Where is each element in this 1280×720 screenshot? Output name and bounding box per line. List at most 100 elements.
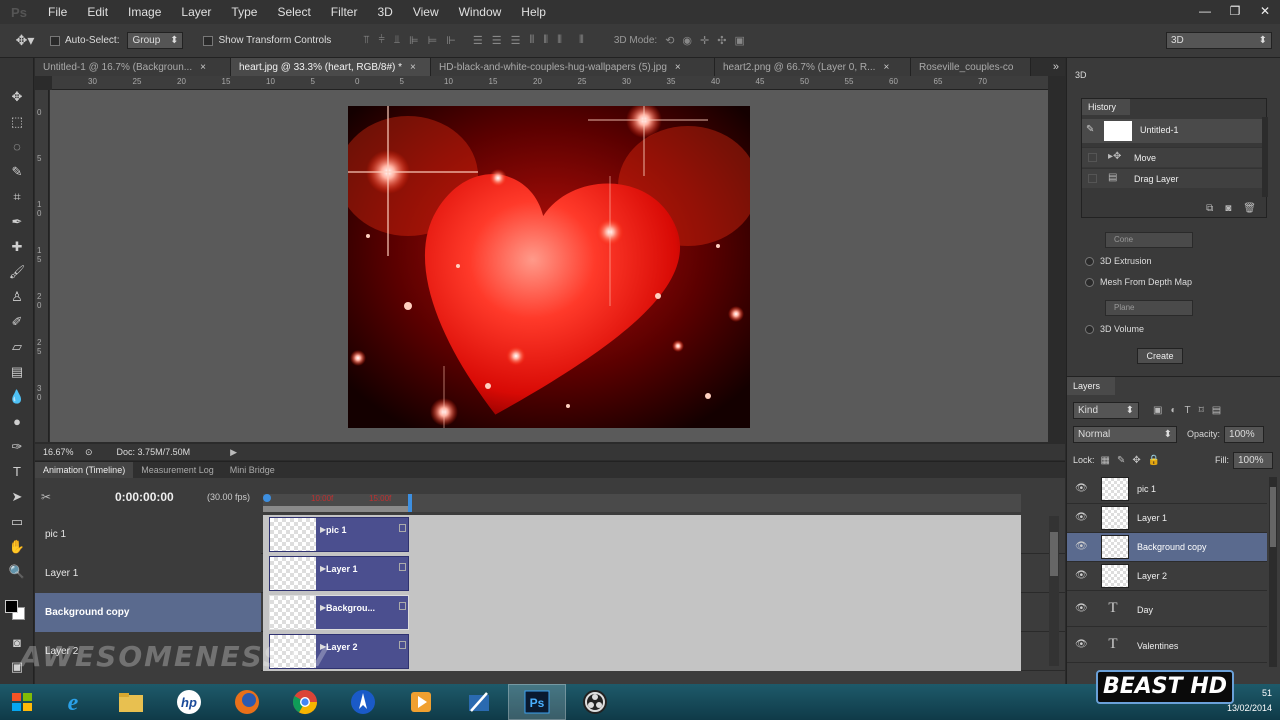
clone-stamp-tool-icon[interactable]: ♙ xyxy=(0,284,34,309)
heart-artwork[interactable] xyxy=(348,106,750,428)
start-button[interactable] xyxy=(0,684,44,720)
layer-row[interactable]: 👁 Layer 1 xyxy=(1067,504,1267,533)
layer-name[interactable]: Valentines xyxy=(1137,641,1178,651)
menu-image[interactable]: Image xyxy=(118,0,171,24)
fill-input[interactable]: 100% xyxy=(1233,451,1273,469)
timeline-track[interactable]: pic 1 ▶ pic 1 xyxy=(35,515,1065,554)
playhead[interactable] xyxy=(263,494,271,502)
zoom-tool-icon[interactable]: 🔍 xyxy=(0,559,34,584)
history-snapshot[interactable]: ✎ Untitled-1 xyxy=(1082,119,1262,143)
layer-name[interactable]: Background copy xyxy=(1137,542,1207,552)
align-top-icon[interactable]: ⫪ xyxy=(363,34,369,47)
distribute-left-icon[interactable]: ⦀ xyxy=(529,34,534,47)
filter-type-icon[interactable]: T xyxy=(1185,405,1191,416)
menu-3d[interactable]: 3D xyxy=(367,0,402,24)
menu-edit[interactable]: Edit xyxy=(77,0,118,24)
track-area[interactable]: ▶ Layer 1 xyxy=(263,554,1021,593)
timeline-scrollbar[interactable] xyxy=(1049,516,1059,666)
eye-icon[interactable]: 👁 xyxy=(1075,570,1088,581)
firefox-icon[interactable] xyxy=(218,684,276,720)
quick-select-tool-icon[interactable]: ✎ xyxy=(0,159,34,184)
layer-name[interactable]: Layer 1 xyxy=(1137,513,1167,523)
lasso-tool-icon[interactable]: ◌ xyxy=(0,134,34,159)
status-arrow-icon[interactable]: ▶ xyxy=(230,447,237,458)
gradient-tool-icon[interactable]: ▤ xyxy=(0,359,34,384)
close-icon[interactable]: × xyxy=(200,62,206,73)
photoshop-taskbar-icon[interactable]: Ps xyxy=(508,684,566,720)
history-scrollbar[interactable] xyxy=(1262,117,1268,197)
align-hcenter-icon[interactable]: ⊨ xyxy=(428,34,438,47)
pan-3d-icon[interactable]: ✛ xyxy=(700,34,709,47)
layer-row[interactable]: 👁 pic 1 xyxy=(1067,475,1267,504)
radio-3d-volume[interactable]: 3D Volume xyxy=(1085,324,1144,334)
healing-brush-tool-icon[interactable]: ✚ xyxy=(0,234,34,259)
layer-row-selected[interactable]: 👁 Background copy xyxy=(1067,533,1267,562)
tab-roseville[interactable]: Roseville_couples-co xyxy=(911,58,1031,76)
plane-dropdown[interactable]: Plane xyxy=(1105,300,1193,316)
clip-options-icon[interactable] xyxy=(399,602,406,610)
radio-icon[interactable] xyxy=(1085,256,1094,266)
filter-smart-object-icon[interactable]: ▤ xyxy=(1212,405,1221,416)
layer-row[interactable]: 👁 Layer 2 xyxy=(1067,562,1267,591)
kind-dropdown[interactable]: Kind ⬍ xyxy=(1073,401,1139,419)
blend-mode-dropdown[interactable]: Normal ⬍ xyxy=(1073,425,1177,443)
show-transform-checkbox[interactable] xyxy=(203,35,214,46)
lock-transparent-icon[interactable]: ▦ xyxy=(1101,455,1110,466)
obs-icon[interactable] xyxy=(566,684,624,720)
layer-row[interactable]: 👁 T Day xyxy=(1067,593,1267,627)
camera-icon[interactable]: ◙ xyxy=(1225,203,1231,214)
internet-explorer-icon[interactable]: e xyxy=(44,684,102,720)
work-area-bar[interactable] xyxy=(263,506,411,512)
close-button[interactable]: ✕ xyxy=(1250,0,1280,22)
more-tabs-icon[interactable]: » xyxy=(1053,61,1065,73)
eye-icon[interactable]: 👁 xyxy=(1075,483,1088,494)
hp-icon[interactable]: hp xyxy=(160,684,218,720)
close-icon[interactable]: × xyxy=(410,62,416,73)
close-icon[interactable]: × xyxy=(883,62,889,73)
opacity-input[interactable]: 100% xyxy=(1224,425,1265,443)
trash-icon[interactable]: 🗑 xyxy=(1243,203,1256,214)
menu-filter[interactable]: Filter xyxy=(321,0,368,24)
track-name-cell[interactable]: Layer 1 xyxy=(35,554,261,593)
filter-adjustment-icon[interactable]: ◐ xyxy=(1170,405,1176,416)
eye-icon[interactable]: 👁 xyxy=(1075,512,1088,523)
align-bottom-icon[interactable]: ⫫ xyxy=(394,34,400,47)
timeline-clip[interactable]: ▶ pic 1 xyxy=(269,517,409,552)
track-area[interactable]: ▶ pic 1 xyxy=(263,515,1021,554)
clip-options-icon[interactable] xyxy=(399,524,406,532)
move-tool-icon[interactable]: ✥ xyxy=(0,84,34,109)
lock-all-icon[interactable]: 🔒 xyxy=(1148,455,1160,466)
move-tool-icon[interactable]: ✥▾ xyxy=(0,32,50,49)
timeline-track-selected[interactable]: Background copy ▶ Backgrou... xyxy=(35,593,1065,632)
path-select-tool-icon[interactable]: ➤ xyxy=(0,484,34,509)
track-area[interactable]: ▶ Backgrou... xyxy=(263,593,1021,632)
eyedropper-tool-icon[interactable]: ✒ xyxy=(0,209,34,234)
menu-layer[interactable]: Layer xyxy=(171,0,221,24)
timeline-track[interactable]: Layer 1 ▶ Layer 1 xyxy=(35,554,1065,593)
radio-icon[interactable] xyxy=(1085,277,1094,287)
pen-app-icon[interactable] xyxy=(450,684,508,720)
tab-heart2-png[interactable]: heart2.png @ 66.7% (Layer 0, R... × xyxy=(715,58,911,76)
pen-tool-icon[interactable]: ✑ xyxy=(0,434,34,459)
new-document-icon[interactable]: ⧉ xyxy=(1206,203,1213,214)
scrollbar-thumb[interactable] xyxy=(1050,532,1058,576)
distribute-top-icon[interactable]: ☰ xyxy=(473,34,483,47)
cone-dropdown[interactable]: Cone xyxy=(1105,232,1193,248)
history-brush-tool-icon[interactable]: ✐ xyxy=(0,309,34,334)
layer-row[interactable]: 👁 T Valentines xyxy=(1067,629,1267,663)
rotate-3d-icon[interactable]: ⟲ xyxy=(665,34,674,47)
create-button[interactable]: Create xyxy=(1137,348,1183,364)
marquee-tool-icon[interactable]: ⬚ xyxy=(0,109,34,134)
clip-options-icon[interactable] xyxy=(399,563,406,571)
history-brush-icon[interactable]: ✎ xyxy=(1086,124,1094,135)
status-info-icon[interactable]: ⊙ xyxy=(85,447,93,458)
brush-tool-icon[interactable]: 🖌 xyxy=(0,259,34,284)
layer-name[interactable]: Layer 2 xyxy=(1137,571,1167,581)
distribute-vcenter-icon[interactable]: ☰ xyxy=(492,34,502,47)
minimize-button[interactable]: — xyxy=(1190,0,1220,22)
crop-tool-icon[interactable]: ⌗ xyxy=(0,184,34,209)
history-step[interactable]: ▤ Drag Layer xyxy=(1082,168,1262,188)
layer-name[interactable]: pic 1 xyxy=(1137,484,1156,494)
tab-hd-couples[interactable]: HD-black-and-white-couples-hug-wallpaper… xyxy=(431,58,715,76)
panel-3d-title[interactable]: 3D xyxy=(1067,70,1280,84)
